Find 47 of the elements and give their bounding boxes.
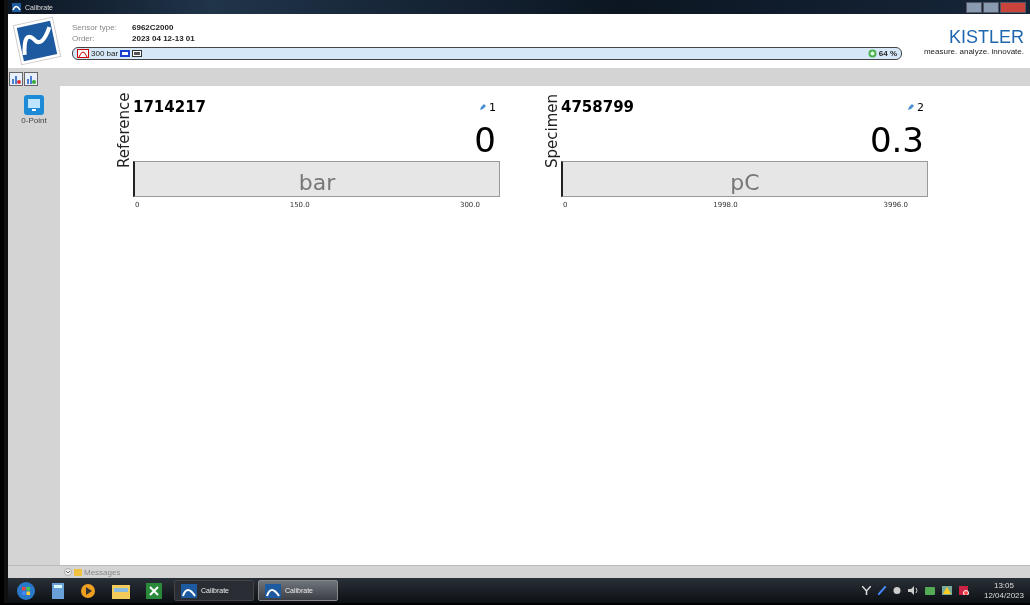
unit-label: pC [730, 170, 760, 196]
range-label: 300 bar [91, 48, 119, 58]
monitor-icon [24, 95, 44, 115]
reading-value: 0 [473, 122, 497, 158]
app-icon [181, 583, 197, 598]
chart-icon [26, 74, 36, 84]
clock-date: 12/04/2023 [983, 590, 1024, 601]
maximize-button[interactable] [983, 1, 999, 13]
field-value: 6962C2000 [132, 22, 174, 33]
field-label: Sensor type: [72, 22, 118, 33]
warning-icon [941, 586, 952, 595]
pen-icon [877, 586, 886, 595]
serial-number: 1714217 [133, 98, 208, 116]
app-icon [12, 2, 21, 12]
close-button[interactable] [1000, 1, 1026, 13]
chart-tool-button[interactable] [24, 72, 38, 86]
status-percent: 64 % [878, 48, 897, 58]
folder-icon [112, 582, 130, 599]
channel-number: 1 [489, 100, 496, 114]
speaker-icon [907, 586, 918, 595]
serial-number: 4758799 [561, 98, 636, 116]
network-icon [861, 586, 871, 595]
media-player-icon [80, 582, 96, 599]
reading-value: 0.3 [868, 122, 925, 158]
gauge-role-label: Specimen [544, 92, 561, 168]
field-value: 2023 04 12-13 01 [132, 33, 195, 44]
app-icon [265, 583, 281, 598]
pencil-icon [480, 104, 486, 110]
minimize-button[interactable] [966, 1, 982, 13]
calculator-icon [52, 582, 64, 599]
clock-time: 13:05 [993, 580, 1014, 591]
folder-icon [74, 568, 82, 576]
brand-logo: KISTLER [948, 26, 1024, 47]
pencil-icon [908, 104, 914, 110]
chart-tool-button[interactable] [9, 72, 23, 86]
unit-label: bar [298, 170, 336, 196]
chart-icon [11, 74, 21, 84]
status-icon [867, 48, 877, 58]
chevron-icon [64, 568, 72, 576]
start-button-icon [16, 580, 36, 601]
spreadsheet-icon [146, 582, 162, 599]
brand-tagline: measure. analyze. innovate. [923, 46, 1024, 56]
zero-point-button[interactable]: 0-Point [20, 94, 48, 126]
wave-icon [77, 48, 89, 58]
field-label: Order: [72, 33, 96, 44]
gauge-role-label: Reference [116, 91, 133, 168]
channel-number: 2 [917, 100, 924, 114]
